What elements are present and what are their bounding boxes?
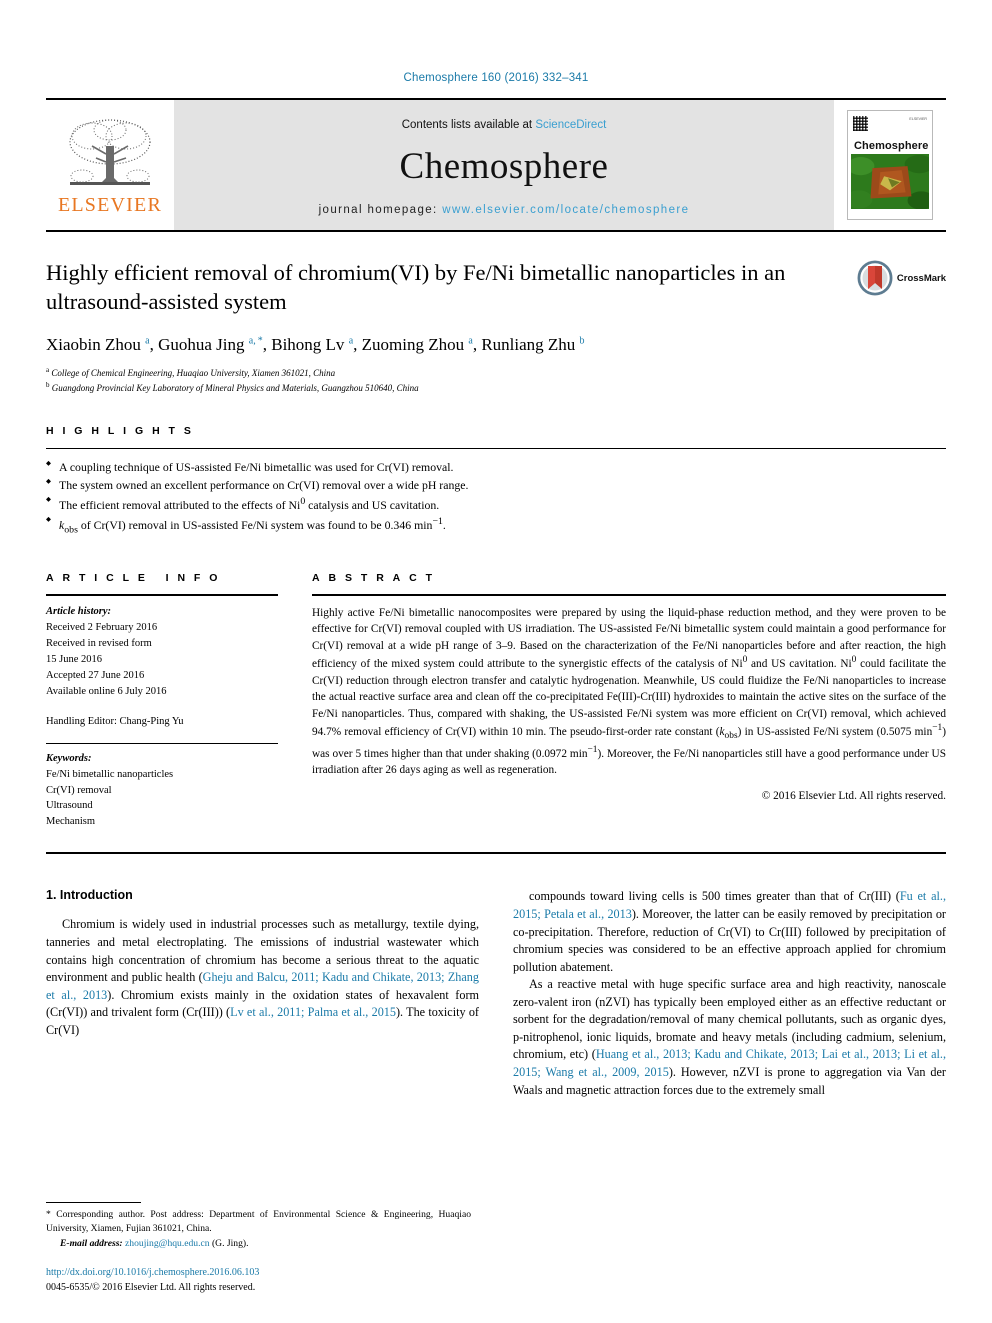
body-column-right: compounds toward living cells is 500 tim… (513, 888, 946, 1099)
abstract-copyright: © 2016 Elsevier Ltd. All rights reserved… (761, 789, 946, 802)
page-title: Highly efficient removal of chromium(VI)… (46, 260, 786, 315)
contents-available-line: Contents lists available at ScienceDirec… (402, 119, 607, 131)
introduction-paragraph: Chromium is widely used in industrial pr… (46, 917, 480, 1037)
doi-link[interactable]: http://dx.doi.org/10.1016/j.chemosphere.… (46, 1267, 259, 1278)
elsevier-wordmark: ELSEVIER (57, 193, 163, 216)
article-page: Chemosphere 160 (2016) 332–341 ELSEVIER (0, 0, 992, 1293)
doi-block: http://dx.doi.org/10.1016/j.chemosphere.… (46, 1265, 471, 1295)
abstract-heading: A B S T R A C T (312, 571, 436, 584)
cover-leaves-illustration (851, 153, 929, 210)
handling-editor: Handling Editor: Chang-Ping Yu (46, 715, 184, 727)
cover-footer (851, 209, 929, 217)
history-line: Received in revised form (46, 637, 152, 649)
crossmark-icon (857, 260, 893, 296)
footnote-divider (46, 1202, 141, 1204)
sciencedirect-link[interactable]: ScienceDirect (535, 119, 606, 131)
history-line: Available online 6 July 2016 (46, 685, 167, 697)
article-history-label: Article history: (46, 605, 112, 617)
journal-cover-thumbnail[interactable]: ELSEVIER Chemosphere (834, 100, 946, 230)
elsevier-logo: ELSEVIER (46, 100, 174, 230)
history-line: Accepted 27 June 2016 (46, 669, 145, 681)
issn-copyright-line: 0045-6535/© 2016 Elsevier Ltd. All right… (46, 1282, 256, 1293)
introduction-heading: 1. Introduction (46, 888, 133, 903)
body-column-left: 1. Introduction Chromium is widely used … (46, 888, 479, 1099)
history-line: 15 June 2016 (46, 653, 102, 665)
cover-header: ELSEVIER Chemosphere (851, 114, 929, 154)
corresponding-author-note: * Corresponding author. Post address: De… (46, 1209, 471, 1235)
introduction-paragraph: As a reactive metal with huge specific s… (513, 977, 947, 1097)
homepage-prefix: journal homepage: (318, 203, 443, 216)
email-note: E-mail address: zhoujing@hqu.edu.cn (G. … (46, 1238, 471, 1249)
affiliation-a: a College of Chemical Engineering, Huaqi… (46, 365, 946, 380)
email-suffix: (G. Jing). (211, 1238, 249, 1249)
article-info-divider (46, 593, 278, 596)
footnote-block: * Corresponding author. Post address: De… (46, 1202, 471, 1295)
affiliation-text-a: College of Chemical Engineering, Huaqiao… (51, 367, 336, 378)
affiliation-text-b: Guangdong Provincial Key Laboratory of M… (51, 382, 419, 393)
abstract-column: A B S T R A C T Highly active Fe/Ni bime… (312, 572, 946, 830)
journal-homepage-link[interactable]: www.elsevier.com/locate/chemosphere (442, 204, 689, 216)
abstract-bottom-divider (46, 852, 946, 855)
barcode-icon (853, 116, 868, 131)
journal-homepage-line: journal homepage: www.elsevier.com/locat… (319, 204, 690, 216)
affiliation-mark-b: b (46, 380, 50, 389)
keywords-label: Keywords: (46, 752, 92, 764)
keyword-item: Cr(VI) removal (46, 784, 112, 796)
highlights-divider (46, 447, 946, 449)
author-email-link[interactable]: zhoujing@hqu.edu.cn (125, 1238, 210, 1249)
cover-journal-title: Chemosphere (854, 139, 929, 152)
keyword-item: Ultrasound (46, 800, 93, 812)
abstract-divider (312, 593, 946, 596)
affiliation-mark-a: a (46, 365, 50, 374)
cover-artwork (851, 153, 929, 210)
highlight-item: kobs of Cr(VI) removal in US-assisted Fe… (46, 514, 946, 538)
email-label: E-mail address: (60, 1238, 123, 1249)
info-abstract-row: A R T I C L E I N F O Article history: R… (46, 572, 946, 830)
journal-masthead: ELSEVIER Contents lists available at Sci… (46, 98, 946, 232)
highlight-item: A coupling technique of US-assisted Fe/N… (46, 458, 946, 476)
history-line: Received 2 February 2016 (46, 621, 158, 633)
highlight-item: The efficient removal attributed to the … (46, 494, 946, 514)
crossmark-label: CrossMark (896, 272, 946, 284)
elsevier-tree-icon (69, 118, 151, 185)
cover-corner-label: ELSEVIER (909, 117, 927, 121)
article-info-column: A R T I C L E I N F O Article history: R… (46, 572, 278, 830)
contents-prefix: Contents lists available at (401, 118, 536, 131)
affiliation-b: b Guangdong Provincial Key Laboratory of… (46, 380, 946, 395)
introduction-paragraph: compounds toward living cells is 500 tim… (513, 889, 946, 974)
abstract-text: Highly active Fe/Ni bimetallic nanocompo… (312, 606, 946, 777)
keywords-divider (46, 742, 278, 744)
affiliations: a College of Chemical Engineering, Huaqi… (46, 365, 946, 395)
article-history: Article history: Received 2 February 201… (46, 604, 278, 730)
running-head: Chemosphere 160 (2016) 332–341 (403, 72, 589, 84)
keywords-block: Keywords: Fe/Ni bimetallic nanoparticles… (46, 751, 278, 831)
body-columns: 1. Introduction Chromium is widely used … (46, 888, 946, 1099)
masthead-center: Contents lists available at ScienceDirec… (174, 100, 834, 230)
highlights-heading: H I G H L I G H T S (46, 424, 195, 437)
crossmark-badge[interactable]: CrossMark (857, 260, 946, 296)
cover-box: ELSEVIER Chemosphere (847, 110, 933, 220)
highlights-list: A coupling technique of US-assisted Fe/N… (46, 458, 946, 538)
highlights-section: H I G H L I G H T S A coupling technique… (46, 425, 946, 538)
article-info-heading: A R T I C L E I N F O (46, 571, 221, 584)
keyword-item: Fe/Ni bimetallic nanoparticles (46, 768, 174, 780)
author-list: Xiaobin Zhou a, Guohua Jing a, *, Bihong… (46, 334, 585, 354)
keyword-item: Mechanism (46, 816, 95, 828)
journal-title: Chemosphere (399, 145, 609, 187)
title-block: CrossMark Highly efficient removal of ch… (46, 258, 946, 395)
highlight-item: The system owned an excellent performanc… (46, 476, 946, 494)
